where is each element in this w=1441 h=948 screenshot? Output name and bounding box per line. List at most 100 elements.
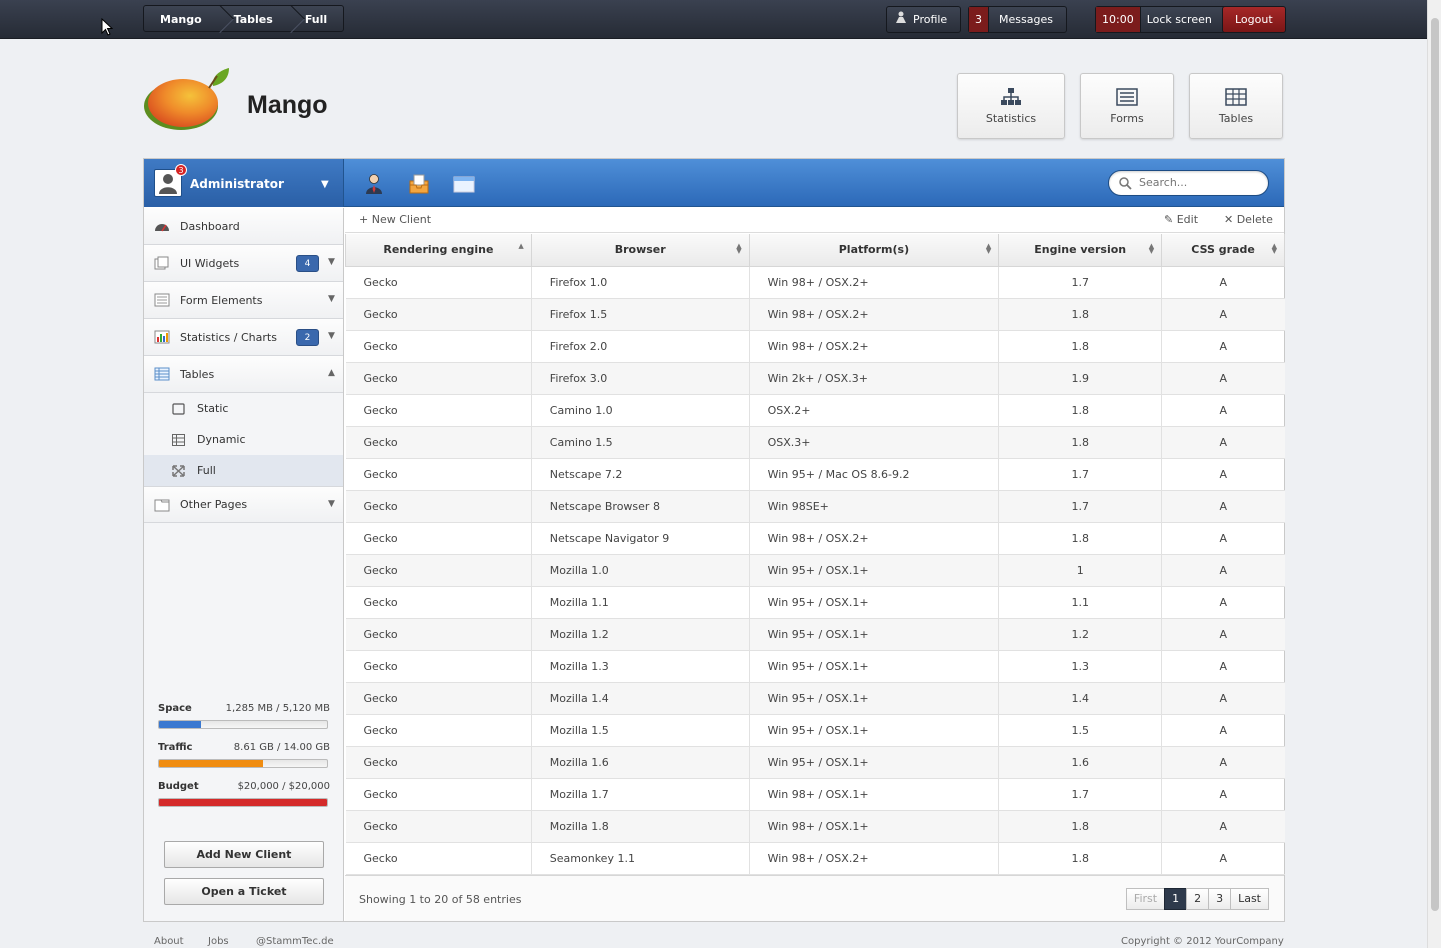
stat-label: Budget <box>158 781 199 792</box>
table-cell: Mozilla 1.1 <box>530 586 750 619</box>
table-cell: Mozilla 1.4 <box>530 682 750 715</box>
sidebar-item-ui-widgets[interactable]: UI Widgets 4 ▼ <box>144 245 343 282</box>
table-cell: Firefox 1.0 <box>530 266 750 299</box>
edit-link[interactable]: ✎ Edit <box>1164 213 1198 226</box>
table-row[interactable]: Gecko Netscape Browser 8 Win 98SE+ 1.7 A <box>345 490 1285 523</box>
search-input[interactable] <box>1139 176 1259 189</box>
table-cell: Netscape 7.2 <box>530 458 750 491</box>
footer-link-about[interactable]: About <box>154 936 184 947</box>
nav-statistics-button[interactable]: Statistics <box>957 73 1065 139</box>
table-cell: Camino 1.0 <box>530 394 750 427</box>
grid-icon <box>172 433 185 446</box>
new-client-link[interactable]: + New Client <box>359 213 431 226</box>
stat-space: Space 1,285 MB / 5,120 MB <box>158 703 330 729</box>
column-header[interactable]: Engine version ▲ ▼ <box>998 234 1163 267</box>
table-cell: A <box>1161 426 1285 459</box>
breadcrumb-full[interactable]: Full <box>289 6 343 31</box>
table-cell: Gecko <box>345 490 532 523</box>
pager-page-1-button[interactable]: 1 <box>1164 888 1188 910</box>
table-cell: A <box>1161 490 1285 523</box>
column-header[interactable]: Rendering engine ▲ <box>345 234 532 267</box>
blue-toolbar: 3 Administrator ▼ <box>144 159 1284 207</box>
table-row[interactable]: Gecko Firefox 1.0 Win 98+ / OSX.2+ 1.7 A <box>345 266 1285 299</box>
table-row[interactable]: Gecko Mozilla 1.7 Win 98+ / OSX.1+ 1.7 A <box>345 778 1285 811</box>
inbox-icon[interactable] <box>408 173 430 195</box>
delete-link[interactable]: ✕ Delete <box>1224 213 1273 226</box>
scrollbar-thumb[interactable] <box>1431 18 1439 911</box>
page-icon <box>154 498 170 512</box>
sidebar-item-other-pages[interactable]: Other Pages ▼ <box>144 486 343 523</box>
add-new-client-button[interactable]: Add New Client <box>164 841 324 868</box>
sidebar-item-dashboard[interactable]: Dashboard <box>144 208 343 245</box>
table-cell: Mozilla 1.5 <box>530 714 750 747</box>
profile-button[interactable]: Profile <box>886 6 962 33</box>
pager-page-3-button[interactable]: 3 <box>1208 888 1232 910</box>
sort-icon: ▲ ▼ <box>985 242 992 255</box>
table-row[interactable]: Gecko Mozilla 1.1 Win 95+ / OSX.1+ 1.1 A <box>345 586 1285 619</box>
pagination: First 1 2 3 Last <box>1125 888 1269 910</box>
mango-logo-icon <box>143 66 233 135</box>
table-row[interactable]: Gecko Camino 1.0 OSX.2+ 1.8 A <box>345 394 1285 427</box>
nav-forms-button[interactable]: Forms <box>1080 73 1174 139</box>
admin-menu[interactable]: 3 Administrator ▼ <box>144 159 344 207</box>
column-header[interactable]: CSS grade ▲ ▼ <box>1161 234 1285 267</box>
sidebar-subitem-static[interactable]: Static <box>144 393 343 424</box>
nav-tables-button[interactable]: Tables <box>1189 73 1283 139</box>
search-box[interactable] <box>1108 170 1269 196</box>
table-cell: Netscape Navigator 9 <box>530 522 750 555</box>
table-row[interactable]: Gecko Mozilla 1.0 Win 95+ / OSX.1+ 1 A <box>345 554 1285 587</box>
user-tie-icon[interactable] <box>363 173 385 195</box>
table-row[interactable]: Gecko Mozilla 1.5 Win 95+ / OSX.1+ 1.5 A <box>345 714 1285 747</box>
sidebar-subitem-dynamic[interactable]: Dynamic <box>144 424 343 455</box>
table-cell: Win 98+ / OSX.1+ <box>748 810 999 843</box>
chevron-down-icon: ▼ <box>328 294 335 304</box>
table-cell: A <box>1161 682 1285 715</box>
table-cell: Camino 1.5 <box>530 426 750 459</box>
sidebar-subitem-full[interactable]: Full <box>144 455 343 486</box>
stat-label: Space <box>158 703 192 714</box>
table-row[interactable]: Gecko Firefox 1.5 Win 98+ / OSX.2+ 1.8 A <box>345 298 1285 331</box>
logo-text: Mango <box>247 91 328 119</box>
logout-button[interactable]: Logout <box>1222 6 1286 33</box>
chevron-down-icon: ▼ <box>328 499 335 509</box>
table-row[interactable]: Gecko Netscape Navigator 9 Win 98+ / OSX.2… <box>345 522 1285 555</box>
table-row[interactable]: Gecko Mozilla 1.3 Win 95+ / OSX.1+ 1.3 A <box>345 650 1285 683</box>
sidebar-item-statistics[interactable]: Statistics / Charts 2 ▼ <box>144 319 343 356</box>
table-cell: 1.7 <box>998 490 1162 523</box>
table-cell: Gecko <box>345 586 532 619</box>
sidebar-item-label: UI Widgets <box>180 256 240 270</box>
sidebar-item-tables[interactable]: Tables ▲ <box>144 356 343 393</box>
chevron-down-icon: ▼ <box>328 331 335 341</box>
lock-screen-button[interactable]: 10:00 Lock screen <box>1095 6 1227 33</box>
table-row[interactable]: Gecko Netscape 7.2 Win 95+ / Mac OS 8.6-9.… <box>345 458 1285 491</box>
pager-last-button[interactable]: Last <box>1230 888 1269 910</box>
table-cell: Gecko <box>345 618 532 651</box>
table-icon <box>1225 87 1247 107</box>
column-header[interactable]: Browser ▲ ▼ <box>530 234 750 267</box>
messages-button[interactable]: 3 Messages <box>968 6 1067 33</box>
table-row[interactable]: Gecko Mozilla 1.6 Win 95+ / OSX.1+ 1.6 A <box>345 746 1285 779</box>
table-cell: 1.3 <box>998 650 1162 683</box>
table-row[interactable]: Gecko Camino 1.5 OSX.3+ 1.8 A <box>345 426 1285 459</box>
sidebar-item-form-elements[interactable]: Form Elements ▼ <box>144 282 343 319</box>
table-cell: Netscape Browser 8 <box>530 490 750 523</box>
pager-page-2-button[interactable]: 2 <box>1186 888 1210 910</box>
table-row[interactable]: Gecko Firefox 3.0 Win 2k+ / OSX.3+ 1.9 A <box>345 362 1285 395</box>
table-row[interactable]: Gecko Mozilla 1.8 Win 98+ / OSX.1+ 1.8 A <box>345 810 1285 843</box>
table-cell: Gecko <box>345 746 532 779</box>
table-cell: Win 95+ / Mac OS 8.6-9.2 <box>748 458 999 491</box>
table-row[interactable]: Gecko Mozilla 1.4 Win 95+ / OSX.1+ 1.4 A <box>345 682 1285 715</box>
table-cell: 1.9 <box>998 362 1162 395</box>
footer-link-stammtec[interactable]: @StammTec.de <box>256 936 334 947</box>
table-row[interactable]: Gecko Mozilla 1.2 Win 95+ / OSX.1+ 1.2 A <box>345 618 1285 651</box>
table-cell: Mozilla 1.8 <box>530 810 750 843</box>
table-row[interactable]: Gecko Firefox 2.0 Win 98+ / OSX.2+ 1.8 A <box>345 330 1285 363</box>
scrollbar[interactable] <box>1427 0 1441 948</box>
stat-label: Traffic <box>158 742 193 753</box>
open-ticket-button[interactable]: Open a Ticket <box>164 878 324 905</box>
pager-first-button[interactable]: First <box>1125 888 1166 910</box>
table-row[interactable]: Gecko Seamonkey 1.1 Win 98+ / OSX.2+ 1.8 A <box>345 842 1285 875</box>
window-icon[interactable] <box>453 173 475 195</box>
footer-link-jobs[interactable]: Jobs <box>208 936 229 947</box>
column-header[interactable]: Platform(s) ▲ ▼ <box>748 234 1000 267</box>
